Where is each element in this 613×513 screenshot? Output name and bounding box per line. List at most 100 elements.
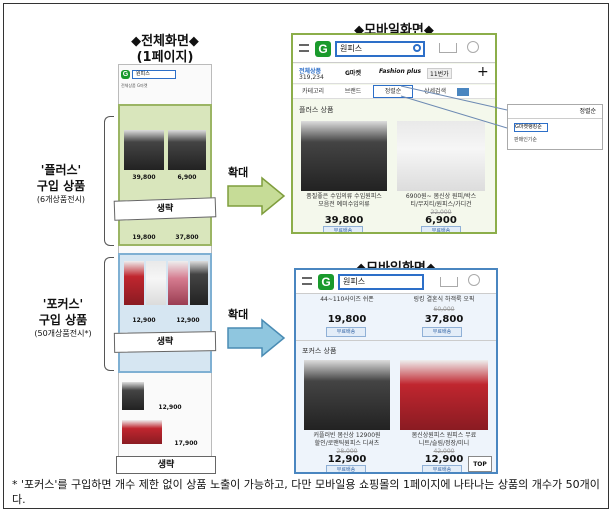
mobile2-product-image-1[interactable]: [304, 360, 390, 430]
free-shipping-badge-top-2[interactable]: 무료배송: [422, 327, 462, 337]
focus-label-line2: 구입 상품: [38, 313, 88, 327]
focus-label-line1: '포커스': [42, 297, 84, 311]
full-focus-price-2: 12,900: [176, 317, 200, 324]
full-focus-thumb-1: [124, 261, 144, 305]
gmarket-logo-icon: G: [121, 69, 130, 79]
mobile2-top-price-2: 37,800: [424, 314, 464, 325]
mobile2-product-price-1: 12,900: [327, 454, 367, 465]
omit-banner-2: 생략: [113, 331, 217, 353]
mobile1-product-desc-1b: 모음전 예미수입의류: [318, 201, 370, 208]
sort-option-popular[interactable]: 판매인기순: [514, 136, 537, 143]
mobile2-top-desc-1: 44~110사이즈 쉬폰: [320, 296, 374, 303]
menu-icon[interactable]: [302, 277, 312, 285]
full-screen-subtitle: (1페이지): [136, 50, 194, 65]
full-plus-thumb-2: [168, 130, 206, 170]
mobile1-product-price-2: 6,900: [425, 215, 457, 226]
mobile1-product-desc-2a: 6900원~ 봄신상 원피/박스: [405, 193, 477, 200]
full-plus-price-3: 19,800: [132, 234, 156, 241]
mobile2-product-desc-2b: 니트/슬림/정장/미니: [418, 440, 470, 447]
focus-brace: [104, 257, 114, 371]
mobile1-header: G 원피스: [293, 35, 495, 63]
mobile-screen-plus: G 원피스 전체상품 319,234 G마켓 Fashion plus 11번가…: [291, 33, 497, 234]
cart-icon[interactable]: [439, 43, 457, 53]
mobile2-top-price-1: 19,800: [327, 314, 367, 325]
mobile2-header: G 원피스: [296, 270, 496, 294]
plus-brace: [104, 116, 114, 246]
free-shipping-badge-1[interactable]: 무료배송: [326, 465, 366, 472]
free-shipping-badge-1[interactable]: 무료배송: [323, 226, 363, 232]
full-focus-thumb-4: [190, 261, 208, 305]
mobile2-top-desc-2: 링킹 결혼식 하객룩 오픽: [413, 296, 475, 303]
full-bottom-price-1: 12,900: [158, 404, 182, 411]
full-brand-all: 전체상품: [121, 83, 136, 88]
full-focus-thumb-2: [146, 261, 166, 305]
mobile1-product-image-1[interactable]: [301, 121, 387, 191]
mobile1-product-price-1: 39,800: [324, 215, 364, 226]
mobile1-product-desc-1a: 품질좋은 수입의류 수입원피스: [306, 193, 382, 200]
mobile1-product-desc-2b: 티/무지티/원피스/가디건: [410, 201, 472, 208]
full-focus-section: 12,900 12,900: [118, 253, 212, 373]
tab-brand[interactable]: 브랜드: [333, 85, 373, 98]
dropdown-callout-lines: [400, 85, 508, 129]
search-icon[interactable]: [413, 44, 421, 52]
plus-label: '플러스' 구입 상품 (6개상품전시): [22, 162, 100, 205]
section-divider: [296, 340, 496, 341]
full-focus-thumb-3: [168, 261, 188, 305]
full-plus-price-4: 37,800: [175, 234, 199, 241]
mobile2-product-desc-1a: 커플러빈 봄신상 12900원: [313, 432, 381, 439]
plus-label-line2: 구입 상품: [36, 179, 86, 193]
full-bottom-price-2: 17,900: [174, 440, 198, 447]
diagram-frame: ◆전체화면◆ (1페이지) '플러스' 구입 상품 (6개상품전시) '포커스'…: [3, 3, 609, 509]
mobile2-product-desc-2[interactable]: 봄신상원피스 원피스 무료 니트/슬림/정장/미니: [396, 432, 492, 448]
tab-category[interactable]: 카테고리: [293, 85, 333, 98]
plus-label-count: (6개상품전시): [36, 195, 86, 204]
mobile2-product-desc-2a: 봄신상원피스 원피스 무료: [411, 432, 477, 439]
zoom-arrow-green: [227, 176, 286, 216]
full-focus-price-1: 12,900: [132, 317, 156, 324]
gmarket-logo-icon[interactable]: G: [318, 274, 334, 290]
mobile2-product-desc-1b: 할인/로맨틱원피스 디셔츠: [314, 440, 380, 447]
brand-all-count: 319,234: [299, 74, 324, 81]
omit-banner-1: 생략: [113, 197, 217, 221]
mobile1-product-desc-2[interactable]: 6900원~ 봄신상 원피/박스 티/무지티/원피스/가디건: [393, 193, 489, 209]
mobile2-top-oldprice-2: 60,000: [433, 306, 455, 313]
brand-fashionplus[interactable]: Fashion plus: [379, 68, 421, 75]
omit-banner-3: 생략: [116, 456, 216, 474]
sort-dropdown-header[interactable]: 정렬순: [508, 105, 602, 119]
mobile-screen-focus: G 원피스 44~110사이즈 쉬폰 링킹 결혼식 하객룩 오픽 60,000 …: [294, 268, 498, 474]
focus-label: '포커스' 구입 상품 (50개상품전시*): [22, 296, 104, 339]
user-icon[interactable]: [468, 274, 480, 286]
sort-option-gmarket-rank[interactable]: G마켓랭킹순: [514, 123, 548, 132]
mobile2-search-input[interactable]: 원피스: [338, 274, 424, 290]
top-button[interactable]: TOP: [468, 456, 492, 472]
mobile2-product-desc-1[interactable]: 커플러빈 봄신상 12900원 할인/로맨틱원피스 디셔츠: [300, 432, 394, 448]
free-shipping-badge-2[interactable]: 무료배송: [422, 465, 462, 472]
free-shipping-badge-2[interactable]: 무료배송: [421, 226, 461, 232]
mobile1-product-desc-1[interactable]: 품질좋은 수입의류 수입원피스 모음전 예미수입의류: [297, 193, 391, 209]
gmarket-logo-icon[interactable]: G: [315, 41, 331, 57]
mobile2-section-title: 포커스 상품: [302, 347, 337, 355]
full-plus-price-2: 6,900: [177, 174, 197, 181]
full-plus-section: 39,800 6,900 19,800 37,800: [118, 104, 212, 246]
free-shipping-badge-top-1[interactable]: 무료배송: [326, 327, 366, 337]
cart-icon[interactable]: [440, 277, 458, 287]
zoom-arrow-blue: [227, 318, 286, 358]
full-bottom-thumb-1: [122, 382, 144, 410]
full-brand-row: 전체상품 G마켓: [121, 83, 209, 93]
brand-11st[interactable]: 11번가: [427, 68, 452, 79]
plus-label-line1: '플러스': [40, 163, 82, 177]
full-plus-thumb-1: [124, 130, 164, 170]
brand-gmarket[interactable]: G마켓: [345, 68, 361, 77]
footnote: * '포커스'를 구입하면 개수 제한 없이 상품 노출이 가능하고, 다만 모…: [12, 478, 600, 506]
full-brand-gmarket: G마켓: [137, 83, 148, 88]
mobile1-section-title: 플러스 상품: [299, 106, 334, 114]
mobile1-brand-bar: 전체상품 319,234 G마켓 Fashion plus 11번가 +: [293, 64, 495, 84]
full-plus-price-1: 39,800: [132, 174, 156, 181]
plus-icon[interactable]: +: [477, 64, 489, 80]
menu-icon[interactable]: [299, 44, 309, 52]
sort-dropdown[interactable]: 정렬순 G마켓랭킹순 판매인기순: [507, 104, 603, 150]
mobile2-product-image-2[interactable]: [400, 360, 488, 430]
mobile1-search-input[interactable]: 원피스: [335, 41, 425, 57]
full-search-input[interactable]: 원피스: [132, 69, 176, 79]
user-icon[interactable]: [467, 41, 479, 53]
